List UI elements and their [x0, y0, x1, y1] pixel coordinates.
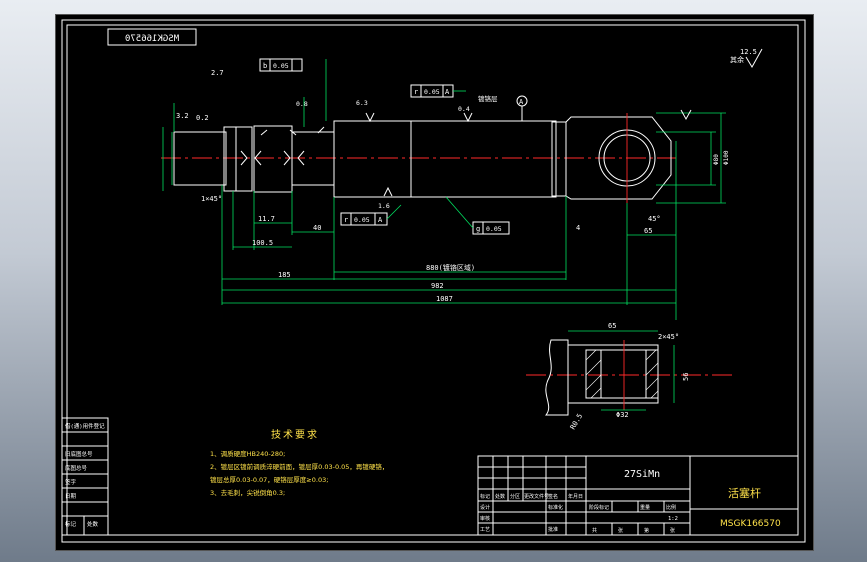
svg-text:标记: 标记 — [480, 493, 490, 500]
svg-text:签字: 签字 — [65, 478, 77, 486]
svg-text:更改文件号: 更改文件号 — [524, 493, 549, 500]
fcf-b-value: 0.05 — [273, 62, 289, 70]
dim-45: 45° — [648, 215, 661, 223]
fcf-r2-datum: A — [378, 216, 383, 224]
dim-982: 982 — [431, 282, 444, 290]
tech-item-2: 2、镀层区镀前调质淬硬前面，镀层厚0.03-0.05，再镀硬铬， — [210, 462, 388, 471]
left-strip-table: 借(通)用件登记 旧底图总号 底图总号 签字 日期 标记 处数 — [61, 417, 109, 536]
dim-3-2: 3.2 — [176, 112, 189, 120]
dim-chamfer: 1×45° — [201, 195, 222, 203]
svg-text:张: 张 — [618, 527, 623, 534]
roughness-rest-label: 其余 — [730, 55, 744, 64]
roughness-6-3: 6.3 — [356, 99, 368, 107]
dimension-lines — [162, 113, 722, 304]
dim-0-2: 0.2 — [196, 114, 209, 122]
dim-1087: 1087 — [436, 295, 453, 303]
svg-text:A: A — [519, 98, 524, 106]
svg-text:旧底图总号: 旧底图总号 — [65, 450, 93, 458]
tech-item-1: 1、调质硬度HB240-280; — [210, 449, 285, 458]
scale-value: 1:2 — [668, 516, 678, 522]
svg-text:处数: 处数 — [87, 520, 99, 528]
fcf-g-value: 0.05 — [486, 225, 502, 233]
tech-requirements: 技术要求 1、调质硬度HB240-280; 2、镀层区镀前调质淬硬前面，镀层厚0… — [210, 428, 388, 497]
fcf-r2: r 0.05 A — [340, 212, 388, 226]
dim-11-7: 11.7 — [258, 215, 275, 223]
drawing-canvas: MSGK166570 12.5 其余 185 880(镀铬区域) 982 108… — [61, 19, 806, 543]
svg-text:分区: 分区 — [510, 493, 520, 500]
svg-text:借(通)用件登记: 借(通)用件登记 — [65, 422, 105, 430]
datum-a-symbol: A — [516, 95, 528, 121]
roughness-triangle-icon-4 — [383, 186, 393, 197]
stamp-text-mirrored: MSGK166570 — [125, 34, 179, 44]
fcf-g: g 0.05 — [472, 221, 510, 235]
fcf-r1-symbol: r — [414, 88, 418, 96]
svg-text:标记: 标记 — [65, 520, 77, 528]
dim-dia100: Φ100 — [723, 150, 730, 165]
fcf-r1: r 0.05 A — [410, 84, 454, 98]
svg-text:重量: 重量 — [640, 504, 650, 511]
fcf-g-symbol: g — [476, 225, 480, 233]
roughness-1-6: 1.6 — [378, 202, 390, 210]
roughness-triangle-icon-3 — [463, 112, 473, 123]
svg-text:张: 张 — [670, 527, 675, 534]
material-label: 27SiMn — [624, 469, 660, 480]
dim-4: 4 — [576, 224, 580, 232]
dim-40: 40 — [313, 224, 321, 232]
roughness-rest-value: 12.5 — [740, 48, 757, 56]
dim-dia80: Φ80 — [713, 154, 720, 165]
svg-text:阶段标记: 阶段标记 — [589, 504, 609, 511]
svg-text:年月日: 年月日 — [568, 493, 583, 500]
fcf-r1-value: 0.05 — [424, 88, 440, 96]
svg-text:设计: 设计 — [480, 504, 490, 511]
dim-185: 185 — [278, 271, 291, 279]
part-name: 活塞杆 — [728, 486, 761, 500]
roughness-0-8: 0.8 — [296, 100, 308, 108]
drawing-number: MSGK166570 — [720, 519, 781, 529]
fcf-r2-symbol: r — [344, 216, 348, 224]
detail-dim-56: 56 — [682, 373, 690, 381]
roughness-triangle-icon-2 — [365, 112, 375, 123]
fcf-b: b 0.05 — [259, 58, 303, 72]
detail-dim-chamfer: 2×45° — [658, 333, 679, 341]
detail-dim-r: R0.5 — [569, 412, 584, 431]
detail-section-view: 65 2×45° Φ32 56 R0.5 — [526, 322, 736, 431]
svg-text:底图总号: 底图总号 — [65, 464, 88, 472]
svg-text:签名: 签名 — [548, 493, 558, 500]
dim-100: 100.5 — [252, 239, 273, 247]
roughness-0-4: 0.4 — [458, 105, 470, 113]
roughness-triangle-icon — [680, 109, 692, 121]
outer-border — [61, 19, 806, 543]
svg-text:工艺: 工艺 — [480, 527, 490, 533]
dim-2-7: 2.7 — [211, 69, 224, 77]
tech-item-4: 3、去毛刺，尖锐倒角0.3; — [210, 488, 285, 497]
svg-text:日期: 日期 — [65, 493, 77, 500]
fcf-r1-datum: A — [445, 88, 450, 96]
tech-title: 技术要求 — [271, 428, 319, 441]
detail-dim-dia: Φ32 — [616, 411, 629, 419]
title-block: 标记 处数 分区 更改文件号 签名 年月日 设计 标准化 审核 工艺 批准 阶段… — [477, 455, 799, 536]
svg-text:标准化: 标准化 — [548, 504, 563, 511]
svg-text:第: 第 — [644, 527, 649, 534]
plating-note: 镀铬层 — [478, 94, 498, 103]
svg-text:审核: 审核 — [480, 515, 490, 522]
dim-65: 65 — [644, 227, 652, 235]
svg-text:批准: 批准 — [548, 526, 558, 533]
svg-text:比例: 比例 — [666, 504, 676, 511]
dim-880: 880(镀铬区域) — [426, 263, 475, 272]
svg-text:处数: 处数 — [495, 493, 505, 500]
tech-item-3: 镀层总厚0.03-0.07，硬铬层厚度≥0.03; — [210, 475, 328, 484]
extension-lines — [173, 59, 726, 320]
inner-border — [66, 24, 799, 536]
svg-text:共: 共 — [592, 527, 597, 534]
cad-viewport[interactable]: MSGK166570 12.5 其余 185 880(镀铬区域) 982 108… — [55, 14, 814, 551]
detail-dim-65: 65 — [608, 322, 616, 330]
fcf-b-symbol: b — [263, 62, 267, 70]
fcf-r2-value: 0.05 — [354, 216, 370, 224]
